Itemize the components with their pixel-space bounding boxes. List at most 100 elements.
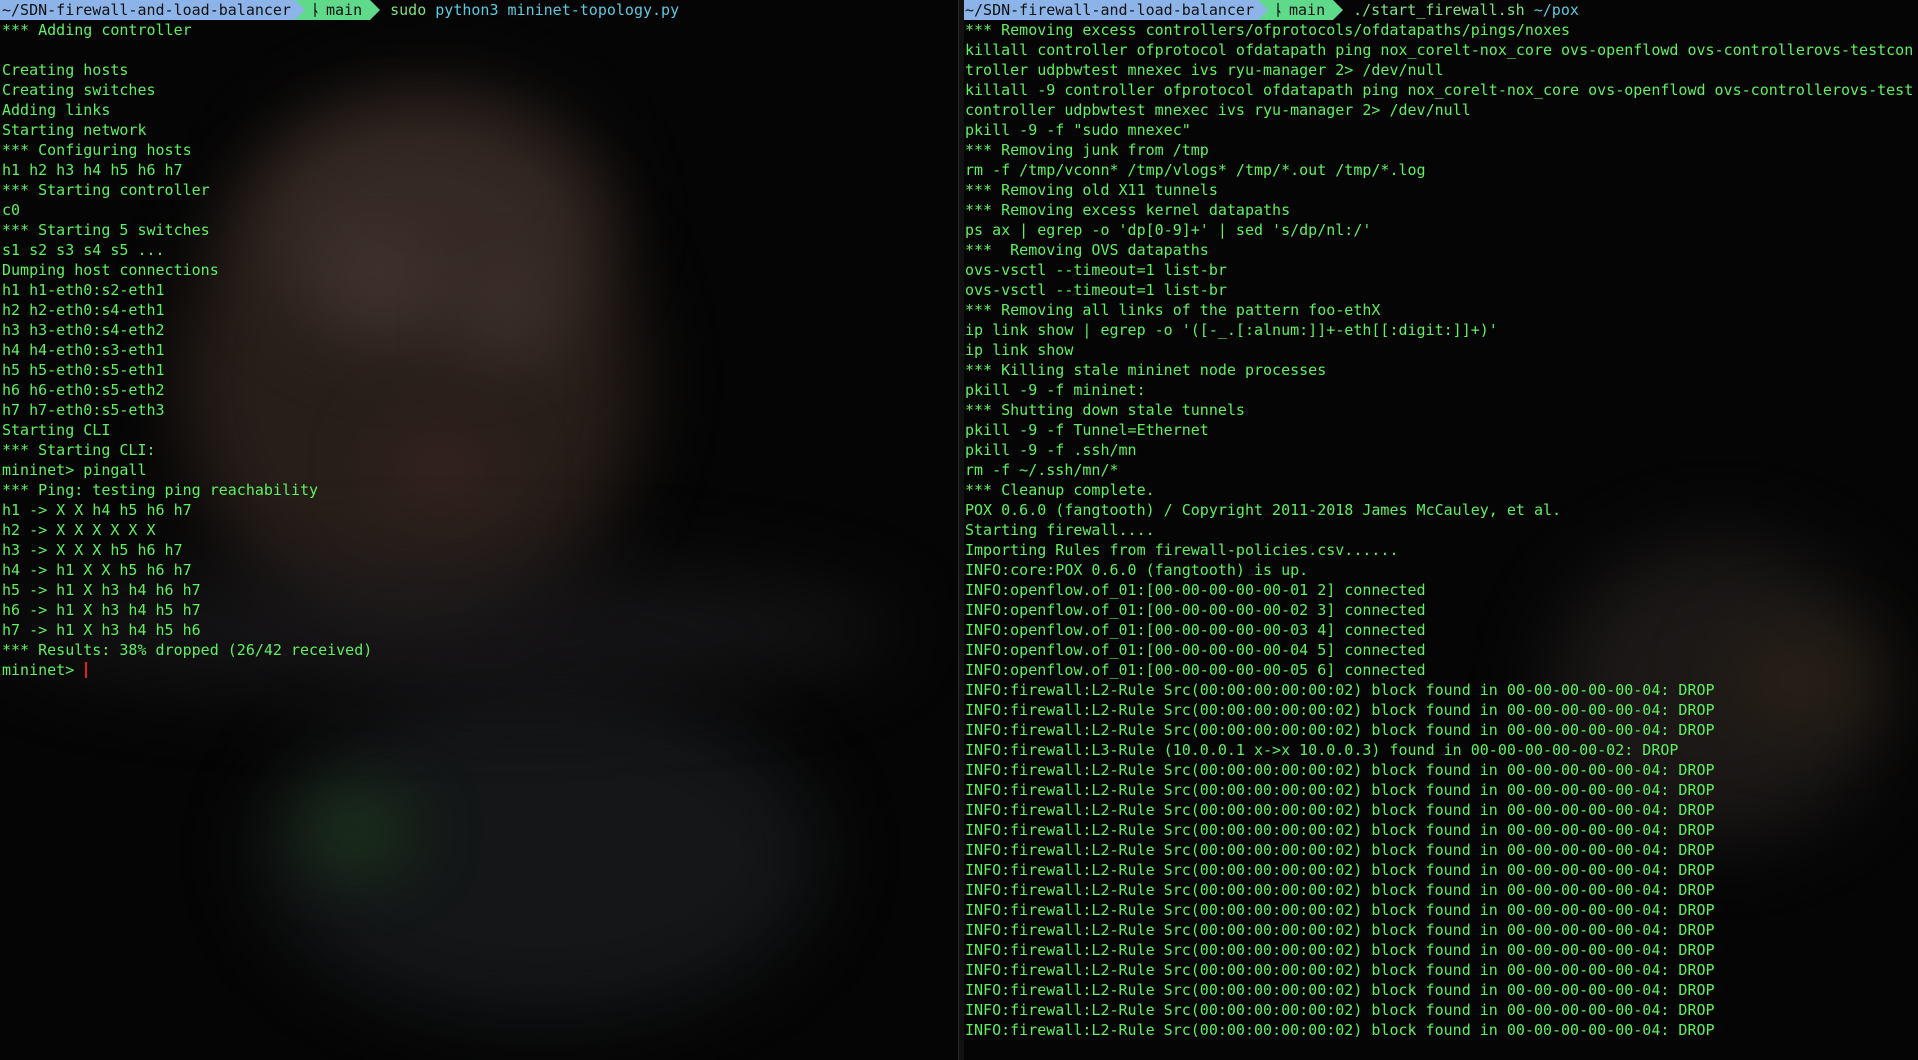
terminal-output-line: troller udpbwtest mnexec ivs ryu-manager…: [965, 61, 1444, 79]
text-cursor: [85, 662, 88, 678]
terminal-output-line: Dumping host connections: [2, 261, 219, 279]
terminal-output-line: Importing Rules from firewall-policies.c…: [965, 541, 1399, 559]
terminal-output-line: ps ax | egrep -o 'dp[0-9]+' | sed 's/dp/…: [965, 221, 1372, 239]
terminal-output-line: *** Removing all links of the pattern fo…: [965, 301, 1381, 319]
terminal-output-line: *** Results: 38% dropped (26/42 received…: [2, 641, 373, 659]
terminal-output-line: Starting network: [2, 121, 147, 139]
terminal-output-line: mininet> pingall: [2, 461, 147, 479]
terminal-output-line: INFO:openflow.of_01:[00-00-00-00-00-05 6…: [965, 661, 1426, 679]
right-prompt-branch-label: main: [1289, 1, 1326, 19]
git-branch-icon: ᚿ: [310, 1, 320, 19]
terminal-output-line: INFO:firewall:L2-Rule Src(00:00:00:00:00…: [965, 861, 1715, 879]
left-prompt-directory: ~/SDN-firewall-and-load-balancer: [0, 0, 295, 20]
terminal-output-line: INFO:firewall:L2-Rule Src(00:00:00:00:00…: [965, 721, 1715, 739]
terminal-output-line: ovs-vsctl --timeout=1 list-br: [965, 281, 1227, 299]
left-input-line[interactable]: mininet>: [0, 660, 958, 680]
terminal-output-line: h2 h2-eth0:s4-eth1: [2, 301, 165, 319]
terminal-output-line: INFO:core:POX 0.6.0 (fangtooth) is up.: [965, 561, 1309, 579]
terminal-output-line: h3 -> X X X h5 h6 h7: [2, 541, 183, 559]
left-prompt-branch: ᚿ main: [304, 0, 371, 20]
left-command-keyword: sudo: [390, 1, 427, 19]
terminal-output-line: *** Adding controller: [2, 21, 192, 39]
terminal-output-line: INFO:firewall:L2-Rule Src(00:00:00:00:00…: [965, 941, 1715, 959]
terminal-output-line: controller udpbwtest mnexec ivs ryu-mana…: [965, 101, 1471, 119]
terminal-output-line: *** Removing old X11 tunnels: [965, 181, 1218, 199]
terminal-output-line: h5 -> h1 X h3 h4 h6 h7: [2, 581, 201, 599]
terminal-output-line: INFO:firewall:L2-Rule Src(00:00:00:00:00…: [965, 841, 1715, 859]
terminal-output-line: INFO:firewall:L2-Rule Src(00:00:00:00:00…: [965, 681, 1715, 699]
terminal-output-line: Adding links: [2, 101, 111, 119]
terminal-output-line: *** Starting CLI:: [2, 441, 156, 459]
left-command-args: python3 mininet-topology.py: [435, 1, 680, 19]
terminal-output-line: *** Ping: testing ping reachability: [2, 481, 319, 499]
pane-divider[interactable]: [958, 0, 964, 1060]
git-branch-icon: ᚿ: [1273, 1, 1283, 19]
terminal-output-line: *** Starting 5 switches: [2, 221, 210, 239]
left-prompt-line: ~/SDN-firewall-and-load-balancer ᚿ main …: [0, 0, 958, 20]
terminal-output-line: *** Shutting down stale tunnels: [965, 401, 1245, 419]
terminal-output-line: INFO:firewall:L2-Rule Src(00:00:00:00:00…: [965, 1021, 1715, 1039]
terminal-output-line: *** Removing OVS datapaths: [965, 241, 1209, 259]
terminal-output-line: h4 -> h1 X X h5 h6 h7: [2, 561, 192, 579]
terminal-output-line: Creating hosts: [2, 61, 129, 79]
terminal-output-line: *** Starting controller: [2, 181, 210, 199]
left-prompt-end-icon: [370, 0, 381, 20]
terminal-output-line: h7 h7-eth0:s5-eth3: [2, 401, 165, 419]
right-prompt-directory: ~/SDN-firewall-and-load-balancer: [963, 0, 1258, 20]
right-terminal-pane[interactable]: ~/SDN-firewall-and-load-balancer ᚿ main …: [963, 0, 1918, 1060]
terminal-output-line: INFO:firewall:L2-Rule Src(00:00:00:00:00…: [965, 761, 1715, 779]
terminal-output-line: INFO:firewall:L2-Rule Src(00:00:00:00:00…: [965, 801, 1715, 819]
terminal-output-line: h1 -> X X h4 h5 h6 h7: [2, 501, 192, 519]
terminal-output-line: pkill -9 -f mininet:: [965, 381, 1146, 399]
terminal-output-line: INFO:openflow.of_01:[00-00-00-00-00-04 5…: [965, 641, 1426, 659]
terminal-output-line: pkill -9 -f .ssh/mn: [965, 441, 1137, 459]
terminal-output-line: INFO:firewall:L2-Rule Src(00:00:00:00:00…: [965, 981, 1715, 999]
left-terminal-output: *** Adding controller Creating hosts Creat…: [0, 20, 958, 660]
terminal-output-line: h5 h5-eth0:s5-eth1: [2, 361, 165, 379]
right-prompt-branch: ᚿ main: [1267, 0, 1334, 20]
terminal-output-line: h1 h2 h3 h4 h5 h6 h7: [2, 161, 183, 179]
terminal-output-line: POX 0.6.0 (fangtooth) / Copyright 2011-2…: [965, 501, 1562, 519]
terminal-output-line: ovs-vsctl --timeout=1 list-br: [965, 261, 1227, 279]
terminal-output-line: INFO:openflow.of_01:[00-00-00-00-00-01 2…: [965, 581, 1426, 599]
left-prompt-separator-icon: [294, 0, 305, 20]
terminal-output-line: h6 -> h1 X h3 h4 h5 h7: [2, 601, 201, 619]
terminal-output-line: h7 -> h1 X h3 h4 h5 h6: [2, 621, 201, 639]
terminal-output-line: h2 -> X X X X X X: [2, 521, 156, 539]
terminal-output-line: pkill -9 -f Tunnel=Ethernet: [965, 421, 1209, 439]
terminal-output-line: pkill -9 -f "sudo mnexec": [965, 121, 1191, 139]
terminal-output-line: h4 h4-eth0:s3-eth1: [2, 341, 165, 359]
terminal-output-line: *** Removing excess kernel datapaths: [965, 201, 1291, 219]
terminal-output-line: INFO:firewall:L2-Rule Src(00:00:00:00:00…: [965, 921, 1715, 939]
terminal-output-line: h6 h6-eth0:s5-eth2: [2, 381, 165, 399]
right-terminal-output: *** Removing excess controllers/ofprotoc…: [963, 20, 1918, 1040]
right-command-args: ~/pox: [1533, 1, 1579, 19]
right-prompt-line: ~/SDN-firewall-and-load-balancer ᚿ main …: [963, 0, 1918, 20]
terminal-output-line: *** Removing junk from /tmp: [965, 141, 1209, 159]
terminal-output-line: h3 h3-eth0:s4-eth2: [2, 321, 165, 339]
terminal-output-line: killall -9 controller ofprotocol ofdatap…: [965, 81, 1914, 99]
terminal-output-line: Starting firewall....: [965, 521, 1155, 539]
terminal-output-line: INFO:firewall:L2-Rule Src(00:00:00:00:00…: [965, 821, 1715, 839]
right-prompt-end-icon: [1333, 0, 1344, 20]
terminal-output-line: Starting CLI: [2, 421, 111, 439]
mininet-input-prompt: mininet>: [2, 661, 84, 679]
terminal-output-line: INFO:firewall:L2-Rule Src(00:00:00:00:00…: [965, 881, 1715, 899]
terminal-output-line: INFO:firewall:L2-Rule Src(00:00:00:00:00…: [965, 701, 1715, 719]
terminal-output-line: killall controller ofprotocol ofdatapath…: [965, 41, 1914, 59]
terminal-output-line: h1 h1-eth0:s2-eth1: [2, 281, 165, 299]
terminal-output-line: [2, 40, 958, 60]
left-prompt-command: sudo python3 mininet-topology.py: [380, 0, 679, 20]
terminal-output-line: INFO:firewall:L2-Rule Src(00:00:00:00:00…: [965, 961, 1715, 979]
terminal-output-line: INFO:openflow.of_01:[00-00-00-00-00-02 3…: [965, 601, 1426, 619]
right-prompt-separator-icon: [1257, 0, 1268, 20]
terminal-output-line: INFO:firewall:L2-Rule Src(00:00:00:00:00…: [965, 1001, 1715, 1019]
left-prompt-branch-label: main: [326, 1, 363, 19]
terminal-output-line: rm -f /tmp/vconn* /tmp/vlogs* /tmp/*.out…: [965, 161, 1426, 179]
left-terminal-pane[interactable]: ~/SDN-firewall-and-load-balancer ᚿ main …: [0, 0, 958, 1060]
right-prompt-command: ./start_firewall.sh ~/pox: [1343, 0, 1579, 20]
right-command-keyword: ./start_firewall.sh: [1353, 1, 1525, 19]
terminal-output-line: ip link show | egrep -o '([-_.[:alnum:]]…: [965, 321, 1498, 339]
terminal-output-line: *** Killing stale mininet node processes: [965, 361, 1327, 379]
terminal-output-line: c0: [2, 201, 21, 219]
